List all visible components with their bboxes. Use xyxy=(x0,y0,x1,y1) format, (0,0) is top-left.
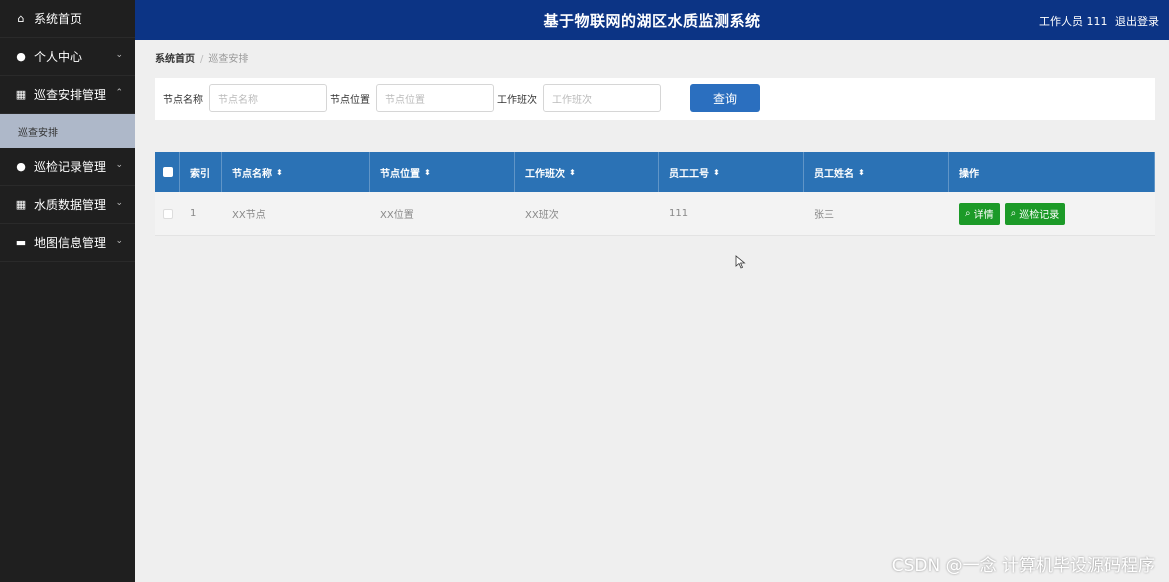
watermark: CSDN @一念 计算机毕设源码程序 xyxy=(891,556,1155,576)
sidebar-item-label: 水质数据管理 xyxy=(34,198,107,212)
sidebar-item-map-info[interactable]: ▬ 地图信息管理 ⌄ xyxy=(0,224,135,262)
search-bar: 节点名称 节点名称 节点位置 节点位置 工作班次 工作班次 查询 xyxy=(155,78,1155,120)
cell-node-location: XX位置 xyxy=(380,210,414,221)
chevron-down-icon: ⌄ xyxy=(115,160,123,170)
query-button[interactable]: 查询 xyxy=(690,84,760,112)
search-icon: ⌕ xyxy=(965,208,971,219)
sidebar-item-label: 巡检记录管理 xyxy=(34,160,107,174)
column-header-employee-name[interactable]: 员工姓名 ⬍ xyxy=(804,152,949,192)
select-all-checkbox[interactable] xyxy=(163,167,173,177)
sidebar-item-label: 系统首页 xyxy=(34,12,83,26)
column-label: 员工姓名 xyxy=(814,168,854,180)
column-header-node-location[interactable]: 节点位置 ⬍ xyxy=(370,152,515,192)
table-row: 1 XX节点 XX位置 XX班次 111 张三 ⌕ 详情 ⌕ 巡检记录 xyxy=(155,192,1155,236)
button-label: 巡检记录 xyxy=(1019,210,1060,221)
top-header: 基于物联网的湖区水质监测系统 工作人员 111 退出登录 xyxy=(135,0,1169,40)
table-header: 索引 节点名称 ⬍ 节点位置 ⬍ 工作班次 ⬍ 员工工号 ⬍ 员工姓名 ⬍ 操作 xyxy=(155,152,1155,192)
grid-icon: ▦ xyxy=(15,88,27,101)
search-field-node-name: 节点名称 节点名称 xyxy=(163,84,327,112)
column-label: 节点名称 xyxy=(232,168,272,180)
search-icon: ⌕ xyxy=(1010,208,1017,219)
sidebar-subitem-label: 巡查安排 xyxy=(18,127,58,139)
search-label: 工作班次 xyxy=(497,94,537,106)
column-label: 节点位置 xyxy=(380,168,420,180)
data-table: 索引 节点名称 ⬍ 节点位置 ⬍ 工作班次 ⬍ 员工工号 ⬍ 员工姓名 ⬍ 操作 1 XX… xyxy=(155,152,1155,236)
column-label: 员工工号 xyxy=(669,168,709,180)
user-area: 工作人员 111 退出登录 xyxy=(1035,13,1159,29)
inspection-record-button[interactable]: ⌕ 巡检记录 xyxy=(1004,202,1066,225)
main-content: 系统首页 / 巡查安排 节点名称 节点名称 节点位置 节点位置 工作班次 工作班次 … xyxy=(135,40,1169,582)
sidebar-item-patrol-schedule[interactable]: ▦ 巡查安排管理 ⌃ xyxy=(0,76,135,114)
page-title: 基于物联网的湖区水质监测系统 xyxy=(543,12,761,30)
column-header-actions: 操作 xyxy=(949,152,1155,192)
detail-button[interactable]: ⌕ 详情 xyxy=(959,202,1000,225)
sort-icon[interactable]: ⬍ xyxy=(858,168,865,177)
breadcrumb: 系统首页 / 巡查安排 xyxy=(155,50,248,65)
column-header-index: 索引 xyxy=(180,152,222,192)
sidebar-item-label: 个人中心 xyxy=(34,50,83,64)
breadcrumb-home[interactable]: 系统首页 xyxy=(155,54,195,65)
mouse-cursor-icon xyxy=(735,255,746,269)
cell-shift: XX班次 xyxy=(525,210,559,221)
chevron-down-icon: ⌄ xyxy=(115,236,123,246)
cell-employee-name: 张三 xyxy=(814,210,834,221)
sidebar-item-personal-center[interactable]: ● 个人中心 ⌄ xyxy=(0,38,135,76)
column-header-node-name[interactable]: 节点名称 ⬍ xyxy=(222,152,370,192)
chevron-down-icon: ⌄ xyxy=(115,50,123,60)
sidebar-item-water-data[interactable]: ▦ 水质数据管理 ⌄ xyxy=(0,186,135,224)
user-icon: ● xyxy=(16,50,26,63)
sidebar-item-home[interactable]: ⌂ 系统首页 xyxy=(0,0,135,38)
cell-employee-no: 111 xyxy=(669,208,689,219)
node-location-input[interactable]: 节点位置 xyxy=(376,84,494,112)
select-all-cell xyxy=(155,152,180,192)
row-select-cell xyxy=(155,192,180,235)
sidebar-item-inspection-records[interactable]: ● 巡检记录管理 ⌄ xyxy=(0,148,135,186)
search-field-shift: 工作班次 工作班次 xyxy=(497,84,661,112)
chevron-up-icon: ⌃ xyxy=(115,88,123,98)
shift-input[interactable]: 工作班次 xyxy=(543,84,661,112)
search-field-node-location: 节点位置 节点位置 xyxy=(330,84,494,112)
chevron-down-icon: ⌄ xyxy=(115,198,123,208)
sidebar-item-label: 地图信息管理 xyxy=(34,236,107,250)
cell-index: 1 xyxy=(190,208,197,219)
column-label: 操作 xyxy=(959,168,979,180)
column-label: 工作班次 xyxy=(525,168,565,180)
breadcrumb-separator: / xyxy=(200,54,204,65)
user-label: 工作人员 111 xyxy=(1039,15,1108,28)
cell-actions: ⌕ 详情 ⌕ 巡检记录 xyxy=(949,192,1155,235)
home-icon: ⌂ xyxy=(17,12,25,25)
column-label: 索引 xyxy=(190,168,210,180)
search-label: 节点位置 xyxy=(330,94,370,106)
sort-icon[interactable]: ⬍ xyxy=(424,168,431,177)
sidebar-item-label: 巡查安排管理 xyxy=(34,88,107,102)
row-checkbox[interactable] xyxy=(163,208,173,219)
sort-icon[interactable]: ⬍ xyxy=(713,168,720,177)
cell-node-name: XX节点 xyxy=(232,210,266,221)
column-header-employee-no[interactable]: 员工工号 ⬍ xyxy=(659,152,804,192)
user-icon: ● xyxy=(16,160,26,173)
column-header-shift[interactable]: 工作班次 ⬍ xyxy=(515,152,659,192)
search-label: 节点名称 xyxy=(163,94,203,106)
sidebar: ⌂ 系统首页 ● 个人中心 ⌄ ▦ 巡查安排管理 ⌃ 巡查安排 ● 巡检记录管理… xyxy=(0,0,135,582)
sort-icon[interactable]: ⬍ xyxy=(569,168,576,177)
node-name-input[interactable]: 节点名称 xyxy=(209,84,327,112)
sort-icon[interactable]: ⬍ xyxy=(276,168,283,177)
button-label: 详情 xyxy=(973,210,994,221)
breadcrumb-current: 巡查安排 xyxy=(208,54,249,65)
briefcase-icon: ▬ xyxy=(15,236,27,249)
logout-link[interactable]: 退出登录 xyxy=(1115,15,1159,28)
sidebar-subitem-patrol-schedule[interactable]: 巡查安排 xyxy=(0,114,135,148)
grid-icon: ▦ xyxy=(15,198,27,211)
